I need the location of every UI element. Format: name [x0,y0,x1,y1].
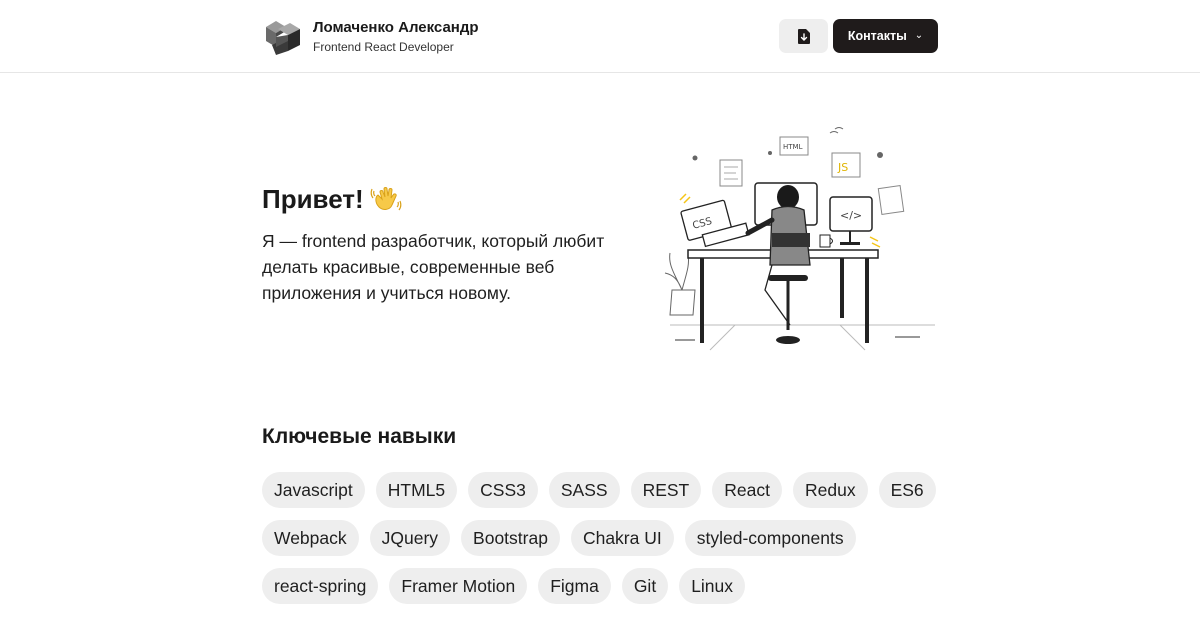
skills-tag-list: Javascript HTML5 CSS3 SASS REST React Re… [262,472,942,604]
skill-tag: Bootstrap [461,520,560,556]
chevron-down-icon: ⌄ [914,30,924,41]
site-header: Ломаченко Александр Frontend React Devel… [0,0,1200,73]
hero-title-text: Привет! [262,183,364,214]
skill-tag: HTML5 [375,472,458,508]
download-cv-button[interactable] [779,19,828,53]
skill-tag: Figma [538,568,611,604]
skill-tag: Git [621,568,669,604]
illustration-js-label: JS [837,161,848,174]
illustration-html-label: HTML [783,143,803,151]
skills-title: Ключевые навыки [262,425,457,448]
skill-tag: Chakra UI [570,520,674,556]
waving-hand-icon [370,187,402,211]
skill-tag: Javascript [262,472,365,508]
skill-tag: react-spring [262,568,379,604]
skill-tag: styled-components [684,520,856,556]
skill-tag: CSS3 [468,472,538,508]
contacts-dropdown-button[interactable]: Контакты ⌄ [833,19,938,53]
hero-title: Привет! [262,183,402,215]
file-download-icon [797,28,810,44]
skill-tag: JQuery [369,520,451,556]
skill-tag: Redux [792,472,868,508]
author-role: Frontend React Developer [313,40,454,54]
skill-tag: Linux [679,568,746,604]
contacts-label: Контакты [847,29,907,43]
skill-tag: Webpack [262,520,359,556]
logo-cube-icon[interactable] [262,17,302,55]
skill-tag: Framer Motion [389,568,528,604]
hero-intro-text: Я — frontend разработчик, который любит … [262,231,605,303]
skill-tag: React [712,472,782,508]
illustration-code-label: </> [840,209,862,222]
author-name: Ломаченко Александр [313,19,479,36]
skill-tag: SASS [548,472,620,508]
developer-at-desk-illustration: CSS </> HTML JS [664,127,935,351]
skill-tag: REST [630,472,702,508]
skill-tag: ES6 [878,472,936,508]
